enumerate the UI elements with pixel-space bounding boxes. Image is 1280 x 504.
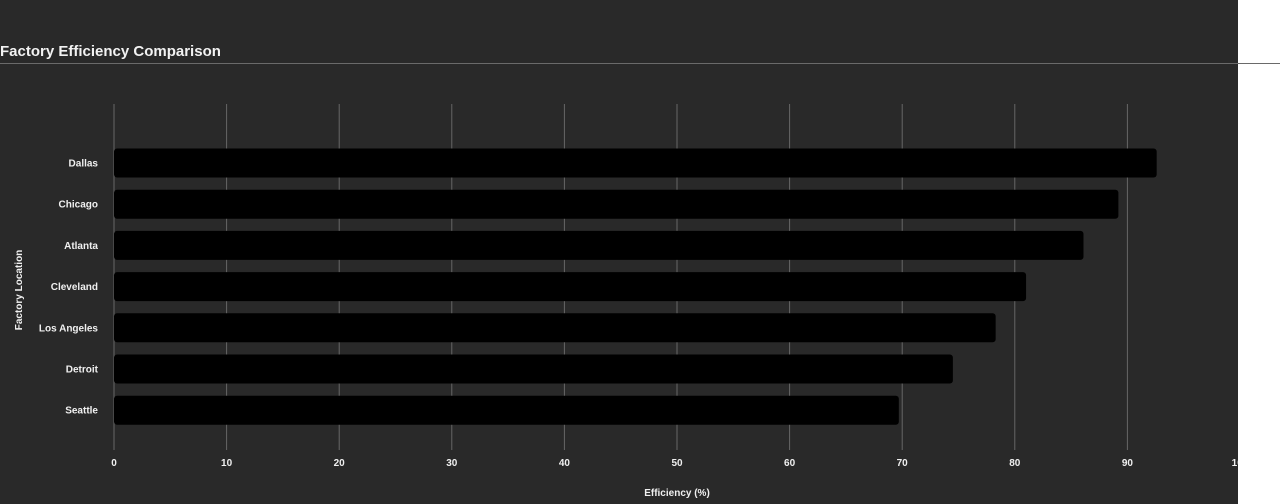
x-tick-label-70: 70 [897,458,909,469]
x-tick-label-60: 60 [784,458,796,469]
bar-detroit[interactable] [114,354,953,384]
x-tick-label-100: 100 [1232,458,1238,469]
category-label-detroit: Detroit [66,365,99,376]
x-tick-label-90: 90 [1122,458,1134,469]
x-tick-label-50: 50 [671,458,683,469]
x-tick-label-0: 0 [111,458,117,469]
bar-seattle[interactable] [114,395,899,425]
x-tick-label-10: 10 [221,458,233,469]
bar-chart: Dallas Chicago Atlanta Cleveland Los Angeles… [14,104,1238,499]
bar-atlanta[interactable] [114,230,1084,260]
category-label-atlanta: Atlanta [64,241,98,252]
bar-chicago[interactable] [114,189,1119,219]
x-tick-label-30: 30 [446,458,458,469]
category-label-chicago: Chicago [59,200,98,211]
x-tick-label-80: 80 [1009,458,1021,469]
category-labels: Dallas Chicago Atlanta Cleveland Los Angeles… [39,159,99,417]
bar-dallas[interactable] [114,148,1157,178]
x-tick-labels: 0 10 20 30 40 50 60 70 80 90 100 [111,458,1238,469]
x-axis-label: Efficiency (%) [644,488,710,499]
x-tick-label-40: 40 [559,458,571,469]
category-label-los-angeles: Los Angeles [39,323,99,334]
category-label-dallas: Dallas [69,159,99,170]
x-tick-label-20: 20 [334,458,346,469]
category-label-cleveland: Cleveland [51,282,98,293]
y-axis-label: Factory Location [14,250,25,331]
bar-los-angeles[interactable] [114,313,996,343]
bars [114,148,1157,425]
category-label-seattle: Seattle [65,406,98,417]
bar-cleveland[interactable] [114,272,1027,302]
